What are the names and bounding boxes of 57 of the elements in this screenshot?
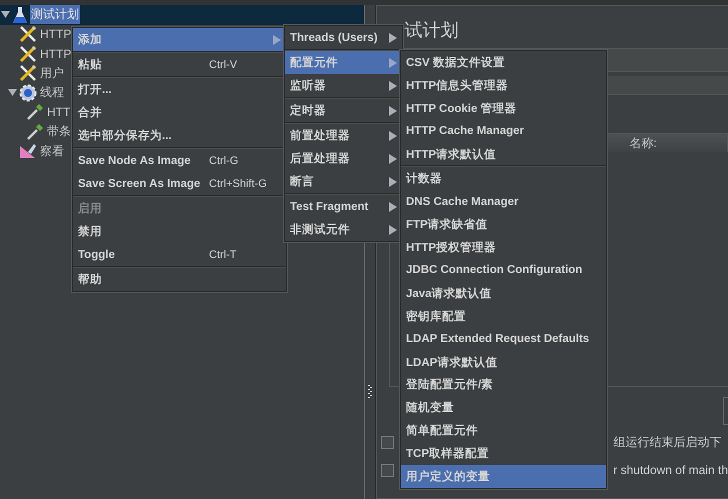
- menu-item[interactable]: 帮助: [73, 268, 286, 291]
- menu-item[interactable]: Threads (Users): [285, 26, 402, 49]
- menu-item[interactable]: Toggle Ctrl-T: [73, 243, 286, 266]
- menu-item[interactable]: CSV 数据文件设置: [401, 51, 606, 74]
- menu-item[interactable]: 随机变量: [401, 396, 606, 420]
- flask-icon: [12, 6, 28, 24]
- menu-item[interactable]: FTP请求缺省值: [401, 213, 606, 236]
- menu-item[interactable]: 计数器: [401, 167, 606, 190]
- menu-item[interactable]: LDAP请求默认值: [401, 350, 606, 374]
- menu-item[interactable]: TCP取样器配置: [401, 442, 606, 466]
- menu-item[interactable]: 打开...: [73, 78, 286, 101]
- menu-item[interactable]: 合并: [73, 101, 286, 124]
- tree-node[interactable]: 察看: [39, 142, 65, 161]
- chart-icon: [19, 143, 37, 160]
- pipette-icon: [26, 122, 44, 141]
- menu-item[interactable]: HTTP信息头管理器: [401, 74, 606, 97]
- tools-icon: [19, 44, 37, 63]
- checkbox[interactable]: [381, 436, 394, 448]
- menu-item[interactable]: Save Node As Image Ctrl-G: [73, 149, 286, 172]
- menu-item[interactable]: 监听器: [285, 74, 402, 97]
- menu-item[interactable]: HTTP Cookie 管理器: [401, 96, 606, 120]
- menu-item[interactable]: 密钥库配置: [401, 304, 606, 328]
- tree-node[interactable]: HTT: [46, 104, 72, 120]
- tools-icon: [19, 25, 37, 44]
- tools-icon: [19, 64, 37, 82]
- menu-item[interactable]: 定时器: [285, 99, 402, 122]
- expand-icon[interactable]: [8, 88, 17, 98]
- menu-item[interactable]: Test Fragment: [285, 195, 402, 218]
- panel-title: 试计划: [403, 19, 460, 42]
- option-label: r shutdown of main th: [613, 463, 728, 477]
- menu-item[interactable]: 简单配置元件: [401, 419, 606, 442]
- expand-icon[interactable]: [1, 10, 10, 20]
- menu-item[interactable]: 断言: [285, 170, 402, 193]
- menu-item[interactable]: 前置处理器: [285, 124, 402, 147]
- menu-item[interactable]: Save Screen As Image Ctrl+Shift-G: [73, 172, 286, 195]
- tree-node[interactable]: 测试计划: [30, 5, 80, 24]
- tree-node[interactable]: 线程: [39, 83, 65, 102]
- menu-item[interactable]: LDAP Extended Request Defaults: [401, 328, 606, 351]
- menu-item[interactable]: 非测试元件: [285, 218, 402, 241]
- splitter-grip-icon[interactable]: [368, 385, 372, 399]
- menu-item[interactable]: JDBC Connection Configuration: [401, 259, 606, 282]
- tree-node[interactable]: 带条: [46, 122, 72, 142]
- option-label: 组运行结束后启动下: [613, 434, 722, 450]
- tree-node[interactable]: HTTP: [39, 46, 72, 62]
- checkbox[interactable]: [381, 464, 394, 476]
- menu-item[interactable]: HTTP授权管理器: [401, 236, 606, 260]
- menu-item[interactable]: 后置处理器: [285, 147, 402, 170]
- menu-item[interactable]: DNS Cache Manager: [401, 190, 606, 214]
- menu-item[interactable]: 粘贴 Ctrl-V: [73, 53, 286, 76]
- menu-item[interactable]: 禁用: [73, 220, 286, 243]
- gear-icon: [19, 84, 37, 102]
- menu-item[interactable]: 选中部分保存为...: [73, 124, 286, 147]
- tree-node[interactable]: HTTP: [39, 26, 72, 42]
- tree-node[interactable]: 用户: [39, 64, 65, 83]
- pipette-icon: [26, 103, 44, 122]
- menu-item[interactable]: 登陆配置元件/素: [401, 373, 606, 396]
- menu-item[interactable]: Java请求默认值: [401, 282, 606, 305]
